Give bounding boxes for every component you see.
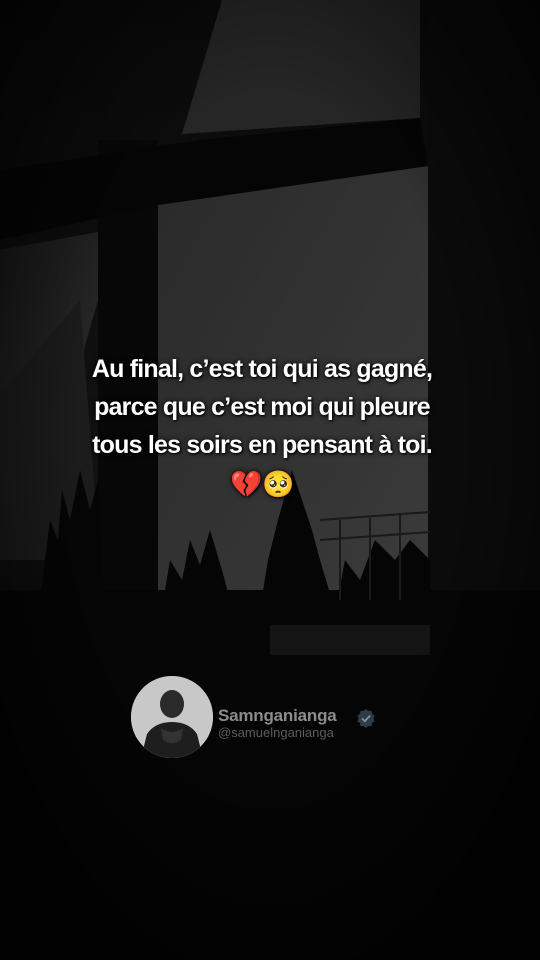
avatar [131,676,213,758]
display-name: Samnganianga [218,706,337,725]
quote-line-2: parce que c’est moi qui pleure [94,393,431,421]
quote-text: Au final, c’est toi qui as gagné, parce … [0,350,512,502]
emoji-line: 💔🥺 [230,469,294,499]
quote-line-3: tous les soirs en pensant à toi. [92,431,433,459]
quote-line-1: Au final, c’est toi qui as gagné, [91,355,433,383]
handle-block: Samnganianga @samuelnganianga [218,706,375,740]
username: @samuelnganianga [218,725,334,740]
person-portrait-icon [131,676,213,758]
verified-badge-icon [357,709,375,728]
author-credit: Samnganianga @samuelnganianga [131,676,391,760]
